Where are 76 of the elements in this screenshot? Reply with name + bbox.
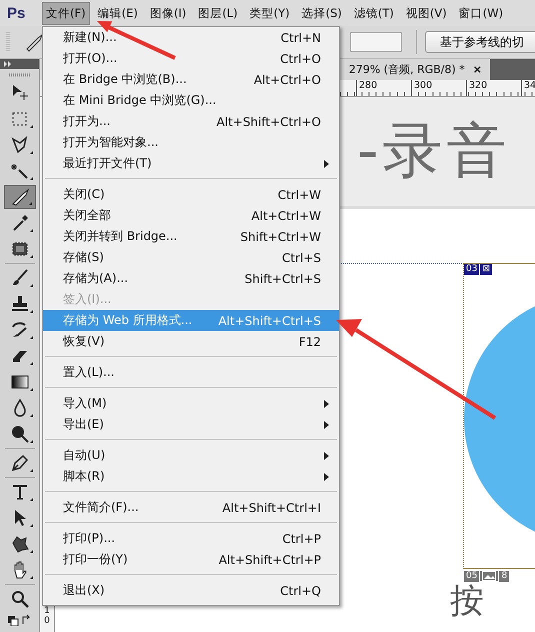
menu-item[interactable]: 最近打开文件(T) bbox=[43, 153, 339, 174]
guide-slices-button[interactable]: 基于参考线的切 bbox=[425, 31, 535, 53]
app-logo: Ps bbox=[6, 4, 26, 22]
menu-item[interactable]: 打印(P)... Ctrl+P bbox=[43, 528, 339, 549]
flyout-icon bbox=[30, 310, 32, 313]
menu-item[interactable]: 在 Bridge 中浏览(B)... Alt+Ctrl+O bbox=[43, 69, 339, 90]
ruler-label: 10 bbox=[43, 607, 51, 626]
flyout-icon bbox=[30, 388, 32, 391]
menu-item[interactable]: 自动(U) bbox=[43, 445, 339, 466]
menu-item[interactable]: 关闭并转到 Bridge... Shift+Ctrl+W bbox=[43, 226, 339, 247]
shape-tool-icon bbox=[10, 534, 30, 554]
flyout-icon bbox=[30, 576, 32, 579]
wand-tool-icon bbox=[10, 161, 30, 181]
flyout-icon bbox=[30, 177, 32, 180]
flyout-icon bbox=[30, 336, 32, 339]
tool-button[interactable] bbox=[4, 185, 36, 209]
history-tool-icon bbox=[10, 320, 30, 340]
input-field[interactable] bbox=[350, 32, 402, 52]
menu-title[interactable]: 文件(F) bbox=[42, 2, 90, 24]
image-icon bbox=[480, 571, 498, 581]
slice-number: 05 bbox=[464, 571, 480, 582]
zoom-tool-icon bbox=[10, 589, 30, 609]
canvas-text: 按 bbox=[450, 581, 484, 621]
menu-item[interactable]: 新建(N)... Ctrl+N bbox=[43, 27, 339, 48]
menu-item[interactable]: 导入(M) bbox=[43, 393, 339, 414]
flyout-icon bbox=[30, 498, 32, 501]
flyout-icon bbox=[30, 229, 32, 232]
slice-number: 8 bbox=[499, 571, 510, 582]
flyout-icon bbox=[30, 550, 32, 553]
menu-item[interactable]: 关闭全部 Alt+Ctrl+W bbox=[43, 205, 339, 226]
menu-item[interactable]: 恢复(V) F12 bbox=[43, 331, 339, 352]
flyout-icon bbox=[30, 362, 32, 365]
flyout-icon bbox=[30, 440, 32, 443]
menu-item[interactable]: 存储为(A)... Shift+Ctrl+S bbox=[43, 268, 339, 289]
menu-item[interactable]: 退出(X) Ctrl+Q bbox=[43, 580, 339, 601]
pen-tool-icon bbox=[10, 453, 30, 473]
grip-handle-icon[interactable] bbox=[6, 31, 10, 53]
menu-item[interactable]: 置入(L)... bbox=[43, 362, 339, 383]
menu-item[interactable]: 文件简介(F)... Alt+Shift+Ctrl+I bbox=[43, 497, 339, 518]
menu-title[interactable]: 窗口(W) bbox=[454, 2, 508, 24]
flyout-icon bbox=[30, 469, 32, 472]
document-title: 279% (音频, RGB/8) * bbox=[348, 62, 465, 77]
color-swatches-icon[interactable] bbox=[6, 614, 32, 626]
close-button[interactable]: × bbox=[472, 63, 482, 76]
menu-item[interactable]: 关闭(C) Ctrl+W bbox=[43, 184, 339, 205]
flyout-icon bbox=[28, 202, 32, 205]
menu-title[interactable]: 图层(L) bbox=[194, 2, 242, 24]
dodge-tool-icon bbox=[10, 424, 30, 444]
slice-badge: ⊠ bbox=[480, 264, 492, 275]
flyout-icon bbox=[30, 284, 32, 287]
canvas-heading: -录音 bbox=[357, 115, 511, 188]
menu-item[interactable]: 打开(O)... Ctrl+O bbox=[43, 48, 339, 69]
menu-title[interactable]: 编辑(E) bbox=[94, 2, 142, 24]
menu-item[interactable]: 导出(E) bbox=[43, 414, 339, 435]
menu-title[interactable]: 滤镜(T) bbox=[350, 2, 398, 24]
flyout-icon bbox=[30, 151, 32, 154]
menu-title[interactable]: 图像(I) bbox=[146, 2, 190, 24]
menu-item[interactable]: 在 Mini Bridge 中浏览(G)... bbox=[43, 90, 339, 111]
menu-title[interactable]: 视图(V) bbox=[402, 2, 451, 24]
slice-number: 03 bbox=[464, 264, 480, 275]
menu-item[interactable]: 打开为... Alt+Shift+Ctrl+O bbox=[43, 111, 339, 132]
menu-title[interactable]: 选择(S) bbox=[298, 2, 346, 24]
lasso-tool-icon bbox=[10, 135, 30, 155]
menu-item[interactable]: 脚本(R) bbox=[43, 466, 339, 487]
flyout-icon bbox=[30, 255, 32, 258]
menu-item[interactable]: 打印一份(Y) Alt+Shift+Ctrl+P bbox=[43, 549, 339, 570]
collapse-icon[interactable] bbox=[3, 61, 13, 67]
flyout-icon bbox=[30, 524, 32, 527]
slice-tool-icon bbox=[10, 187, 30, 207]
menu-item[interactable]: 打开为智能对象... bbox=[43, 132, 339, 153]
flyout-icon bbox=[30, 125, 32, 128]
flyout-icon bbox=[30, 414, 32, 417]
grip-handle-icon[interactable] bbox=[8, 73, 30, 77]
stamp-tool-icon bbox=[10, 294, 30, 314]
menu-title[interactable]: 类型(Y) bbox=[246, 2, 294, 24]
menu-item[interactable]: 存储(S) Ctrl+S bbox=[43, 247, 339, 268]
